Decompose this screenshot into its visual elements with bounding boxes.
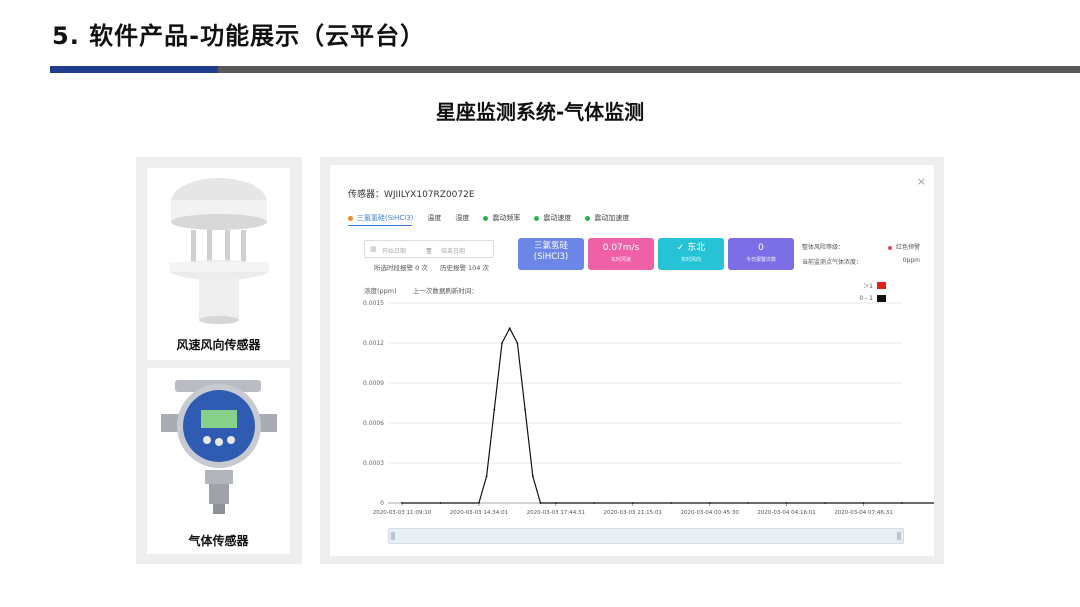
data-point (670, 502, 673, 504)
x-tick-label: 2020-03-04 07:46:31 (834, 510, 892, 516)
data-point (501, 342, 503, 344)
data-point (508, 327, 511, 330)
y-tick-label: 0.0006 (363, 420, 384, 427)
data-point (485, 475, 488, 478)
monitor-app: × 传感器：WJIILYX107RZ0072E 三氯氢硅(SiHCl3) 温度 … (330, 165, 934, 556)
data-point (539, 502, 542, 504)
y-tick-label: 0.0015 (363, 300, 384, 307)
concentration-chart: 0 0.0003 0.0006 0.0009 0.0012 0.0015 2020-03-0… (363, 300, 934, 516)
data-point (708, 502, 711, 504)
x-tick-label: 2020-03-03 17:44:31 (527, 510, 585, 516)
x-tick-label: 2020-03-03 21:15:01 (604, 510, 662, 516)
x-tick-label: 2020-03-04 00:45:30 (680, 510, 739, 516)
title-bar-accent (50, 66, 218, 73)
data-point (593, 502, 596, 504)
series-line (402, 327, 934, 504)
gas-sensor-label: 气体传感器 (188, 534, 249, 548)
data-point (747, 502, 750, 504)
x-tick-label: 2020-03-03 11:09:10 (373, 510, 432, 516)
wind-sensor-card: 风速风向传感器 (147, 168, 290, 360)
data-point (785, 502, 788, 504)
data-point (439, 502, 442, 504)
data-point (478, 502, 480, 504)
y-tick-label: 0.0012 (363, 340, 384, 347)
y-tick-label: 0.0009 (363, 380, 384, 387)
x-tick-label: 2020-03-04 04:16:01 (757, 510, 815, 516)
gas-sensor-card: 气体传感器 (147, 368, 290, 554)
data-point (524, 408, 526, 411)
data-point (493, 408, 496, 411)
wind-sensor-image (169, 178, 269, 324)
wind-sensor-label: 风速风向传感器 (176, 338, 261, 352)
data-point (554, 502, 557, 504)
data-point (401, 502, 403, 504)
slider-right-handle[interactable] (897, 532, 901, 540)
y-tick-label: 0.0003 (363, 460, 384, 467)
data-point (516, 342, 519, 344)
data-point (824, 502, 826, 504)
sensor-panel: 风速风向传感器 气体传感器 (136, 157, 302, 564)
app-frame: × 传感器：WJIILYX107RZ0072E 三氯氢硅(SiHCl3) 温度 … (320, 157, 944, 564)
x-tick-label: 2020-03-03 14:34:01 (450, 510, 508, 516)
gas-sensor-image (161, 380, 277, 514)
data-point (631, 502, 634, 504)
data-point (531, 475, 534, 478)
slide-title: 5. 软件产品-功能展示（云平台） (52, 22, 426, 50)
data-point (862, 502, 865, 504)
section-title: 星座监测系统-气体监测 (435, 100, 645, 124)
chart-zoom-slider[interactable] (388, 528, 904, 544)
data-point (901, 502, 903, 504)
slider-left-handle[interactable] (391, 532, 395, 540)
y-tick-label: 0 (380, 500, 384, 507)
